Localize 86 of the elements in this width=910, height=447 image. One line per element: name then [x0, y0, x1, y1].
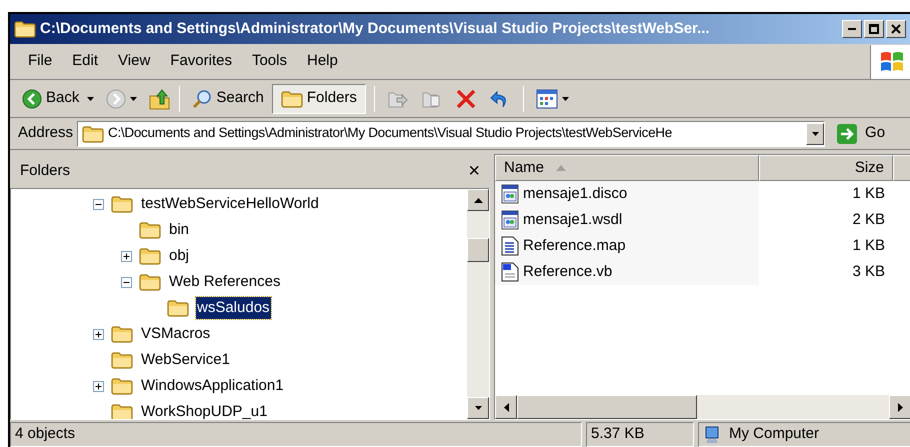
- folder-icon: [280, 90, 303, 108]
- file-size: 3 KB: [851, 262, 886, 282]
- folder-icon: [111, 351, 133, 369]
- scroll-right-button[interactable]: [889, 395, 910, 419]
- address-text: C:\Documents and Settings\Administrator\My Documents\Visual Studio Projects\testWebServiceHe: [108, 124, 673, 142]
- column-header[interactable]: [893, 155, 910, 181]
- tree-item[interactable]: WindowsApplication1: [140, 374, 285, 398]
- horizontal-scrollbar[interactable]: [495, 395, 910, 419]
- folder-icon: [167, 299, 189, 317]
- text-document-icon: [501, 236, 519, 256]
- caret-icon[interactable]: [130, 96, 138, 100]
- status-zone: My Computer: [729, 424, 820, 444]
- magnifier-icon: [192, 88, 212, 108]
- file-size: 2 KB: [851, 210, 886, 230]
- folder-icon: [111, 377, 133, 395]
- go-button[interactable]: Go: [829, 120, 894, 148]
- tree-item[interactable]: testWebServiceHelloWorld: [140, 192, 320, 216]
- dropdown-button[interactable]: [806, 122, 824, 144]
- folder-icon: [111, 403, 133, 419]
- tree-item[interactable]: WebService1: [140, 348, 231, 372]
- window-title: C:\Documents and Settings\Administrator\My Documents\Visual Studio Projects\testWebSer...: [40, 18, 711, 39]
- tree-item[interactable]: WorkShopUDP_u1: [140, 400, 268, 419]
- address-label: Address: [18, 123, 74, 144]
- column-header[interactable]: Name: [495, 155, 759, 181]
- column-header[interactable]: Size: [759, 155, 893, 181]
- menu-item[interactable]: Edit: [72, 50, 98, 73]
- status-size: 5.37 KB: [586, 422, 694, 447]
- maximize-icon: [869, 24, 879, 34]
- left-arrow-icon: [504, 402, 508, 412]
- computer-icon: [703, 426, 721, 444]
- expand-icon[interactable]: [93, 380, 104, 392]
- collapse-icon[interactable]: [121, 276, 132, 288]
- tree-item[interactable]: VSMacros: [140, 322, 212, 346]
- menu-item[interactable]: File: [28, 50, 52, 73]
- folder-icon: [139, 221, 161, 239]
- caret-icon[interactable]: [87, 96, 94, 100]
- minimize-button[interactable]: [842, 20, 862, 38]
- right-arrow-icon: [898, 402, 902, 412]
- expand-icon[interactable]: [121, 250, 132, 262]
- file-size: 1 KB: [851, 236, 886, 256]
- web-document-icon: [501, 210, 519, 230]
- folder-icon: [82, 124, 104, 142]
- status-objects: 4 objects: [10, 422, 582, 447]
- close-pane-button[interactable]: ×: [468, 161, 480, 181]
- address-field[interactable]: C:\Documents and Settings\Administrator\My Documents\Visual Studio Projects\testWebServiceHe: [77, 120, 826, 146]
- flag-logo-icon: [878, 50, 904, 74]
- close-button[interactable]: [886, 20, 906, 38]
- folder-icon: [139, 273, 161, 291]
- sort-arrow-icon: [556, 165, 566, 171]
- search-button[interactable]: Search: [188, 84, 268, 114]
- menu-item[interactable]: View: [118, 50, 150, 73]
- delete-icon[interactable]: [454, 88, 477, 110]
- tree-item[interactable]: wsSaludos: [196, 296, 271, 320]
- up-folder-icon[interactable]: [149, 88, 172, 110]
- caret-icon[interactable]: [474, 406, 482, 410]
- minimize-icon: [847, 28, 857, 30]
- folder-icon: [139, 247, 161, 265]
- folder-icon: [111, 325, 133, 343]
- collapse-icon[interactable]: [93, 198, 104, 210]
- scroll-left-button[interactable]: [495, 395, 517, 419]
- folder-icon: [111, 195, 133, 213]
- vertical-scrollbar[interactable]: [467, 189, 489, 419]
- maximize-button[interactable]: [864, 20, 884, 38]
- menu-item[interactable]: Tools: [252, 50, 287, 73]
- back-button[interactable]: Back: [18, 84, 84, 114]
- caret-icon[interactable]: [562, 96, 569, 100]
- menu-item[interactable]: Favorites: [170, 50, 232, 73]
- views-icon[interactable]: [536, 88, 558, 108]
- tree-item[interactable]: bin: [168, 218, 190, 242]
- tree-item[interactable]: Web References: [168, 270, 282, 294]
- file-size: 1 KB: [851, 184, 886, 204]
- folders-button[interactable]: Folders: [272, 84, 366, 114]
- expand-icon[interactable]: [93, 328, 104, 340]
- web-document-icon: [501, 184, 519, 204]
- window-icon: [14, 20, 36, 38]
- scroll-thumb[interactable]: [467, 238, 489, 262]
- vb-file-icon: [501, 262, 519, 282]
- close-icon: [891, 24, 901, 34]
- scroll-down-button[interactable]: [467, 396, 489, 419]
- tree-item[interactable]: obj: [168, 244, 190, 268]
- menu-item[interactable]: Help: [307, 50, 338, 73]
- up-arrow-icon: [474, 198, 482, 202]
- pane-title: Folders: [20, 160, 70, 181]
- caret-icon[interactable]: [812, 132, 819, 136]
- scroll-up-button[interactable]: [467, 189, 489, 211]
- scroll-thumb[interactable]: [517, 395, 697, 419]
